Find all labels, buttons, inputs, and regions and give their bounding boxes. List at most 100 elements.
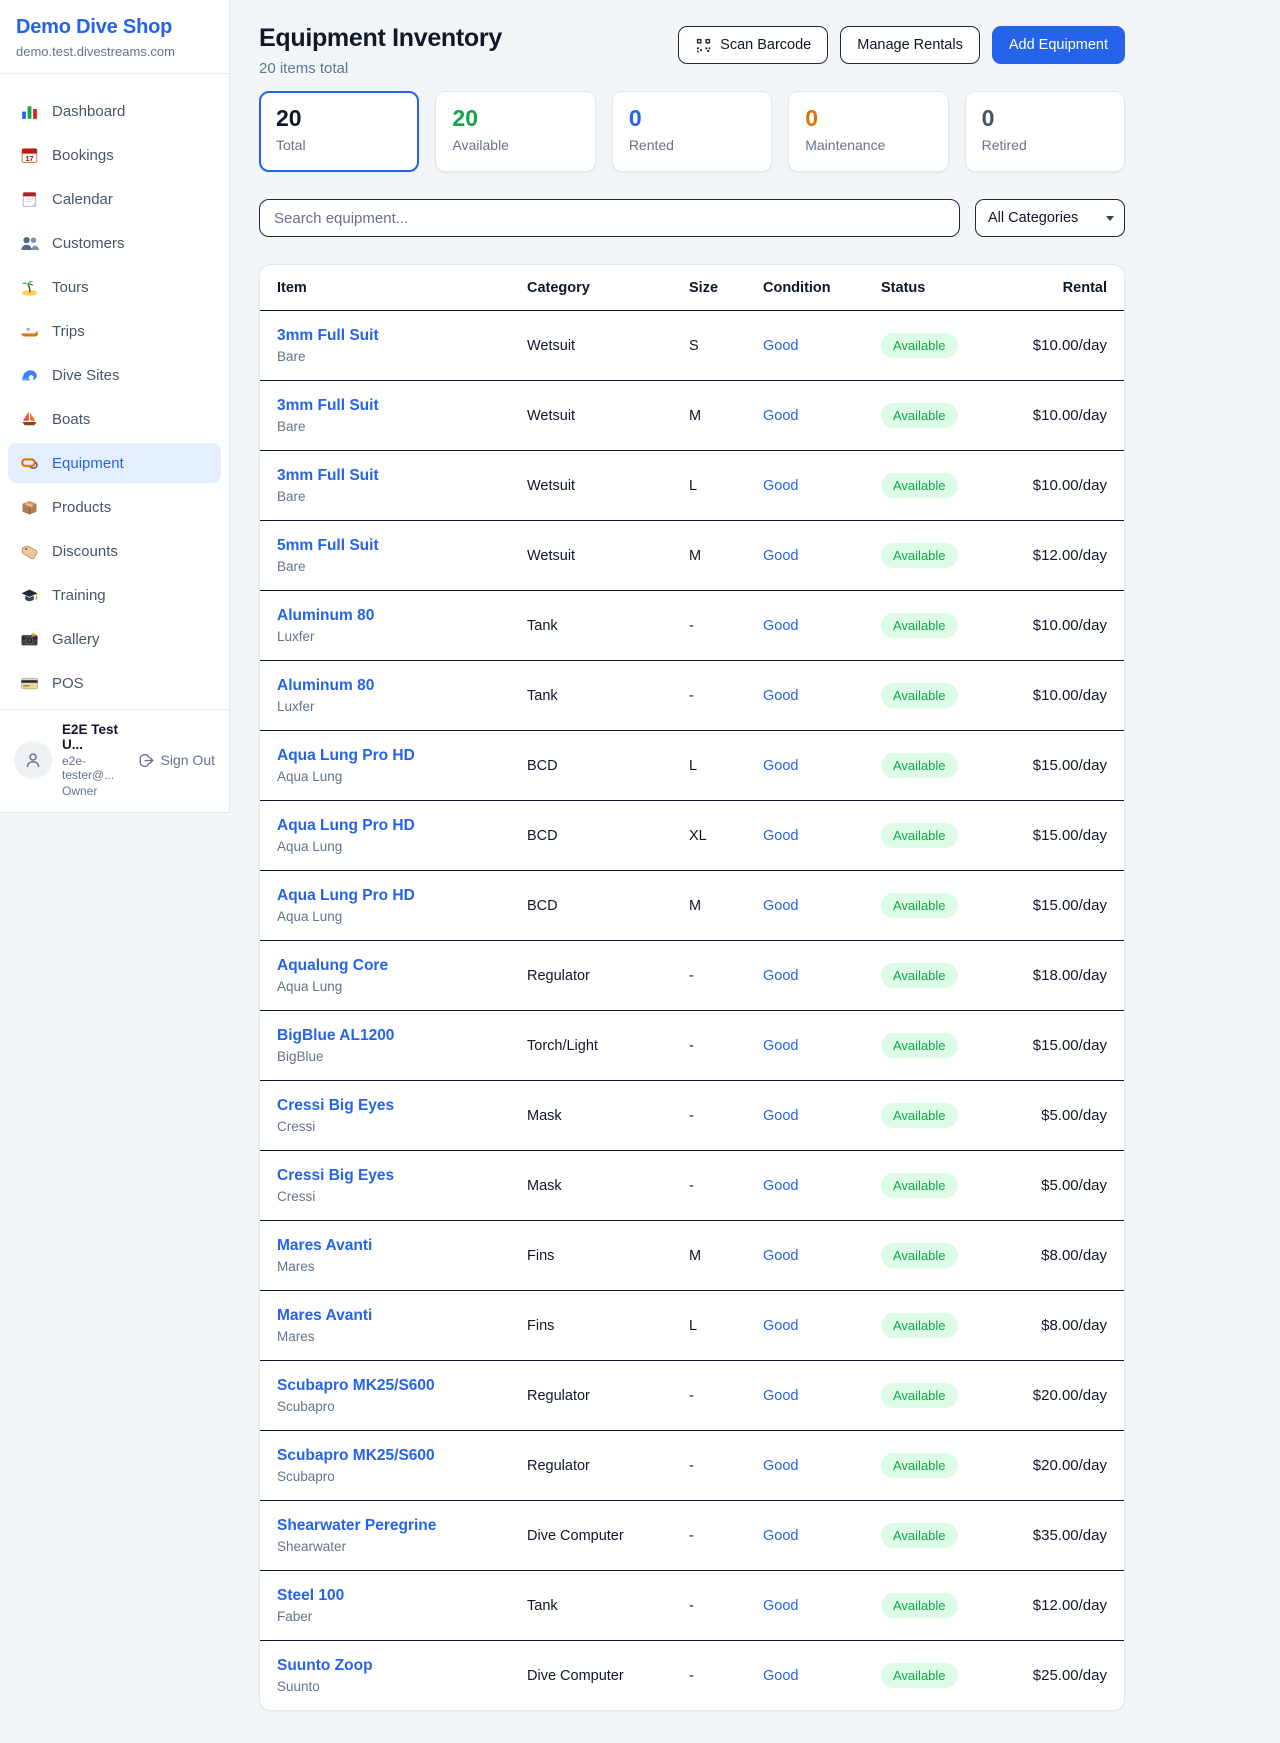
- item-name-link[interactable]: Aqua Lung Pro HD: [277, 817, 527, 835]
- condition-link[interactable]: Good: [763, 408, 881, 424]
- item-name-link[interactable]: Aqualung Core: [277, 957, 527, 975]
- table-row: Aqua Lung Pro HD Aqua Lung BCD XL Good A…: [260, 801, 1124, 871]
- stat-card-total[interactable]: 20 Total: [259, 91, 419, 172]
- table-row: Scubapro MK25/S600 Scubapro Regulator - …: [260, 1361, 1124, 1431]
- condition-link[interactable]: Good: [763, 688, 881, 704]
- condition-link[interactable]: Good: [763, 1388, 881, 1404]
- app: Demo Dive Shop demo.test.divestreams.com…: [0, 0, 1280, 1743]
- column-header-item: Item: [277, 280, 527, 296]
- condition-link[interactable]: Good: [763, 478, 881, 494]
- condition-link[interactable]: Good: [763, 1318, 881, 1334]
- category-select[interactable]: All Categories: [975, 199, 1125, 237]
- category-cell: Tank: [527, 1598, 689, 1614]
- condition-link[interactable]: Good: [763, 1248, 881, 1264]
- condition-link[interactable]: Good: [763, 1108, 881, 1124]
- item-cell: Scubapro MK25/S600 Scubapro: [277, 1447, 527, 1484]
- sidebar-item-pos[interactable]: POS: [8, 663, 221, 703]
- status-badge: Available: [881, 543, 958, 568]
- item-cell: Cressi Big Eyes Cressi: [277, 1167, 527, 1204]
- sidebar-item-label: Products: [52, 499, 111, 516]
- condition-link[interactable]: Good: [763, 898, 881, 914]
- sidebar-item-products[interactable]: Products: [8, 487, 221, 527]
- item-brand: Scubapro: [277, 1399, 527, 1414]
- item-name-link[interactable]: Aqua Lung Pro HD: [277, 887, 527, 905]
- camera-icon: [20, 630, 39, 649]
- sidebar-item-customers[interactable]: Customers: [8, 223, 221, 263]
- category-cell: Wetsuit: [527, 338, 689, 354]
- condition-link[interactable]: Good: [763, 618, 881, 634]
- column-header-status: Status: [881, 280, 1026, 296]
- sailboat-icon: [20, 410, 39, 429]
- category-cell: Fins: [527, 1248, 689, 1264]
- item-name-link[interactable]: 3mm Full Suit: [277, 397, 527, 415]
- item-name-link[interactable]: Cressi Big Eyes: [277, 1097, 527, 1115]
- condition-link[interactable]: Good: [763, 1178, 881, 1194]
- item-name-link[interactable]: 3mm Full Suit: [277, 467, 527, 485]
- item-name-link[interactable]: Mares Avanti: [277, 1237, 527, 1255]
- item-name-link[interactable]: Steel 100: [277, 1587, 527, 1605]
- brand-name[interactable]: Demo Dive Shop: [16, 16, 213, 39]
- search-input[interactable]: [259, 199, 960, 237]
- sidebar-item-gallery[interactable]: Gallery: [8, 619, 221, 659]
- category-cell: Regulator: [527, 1458, 689, 1474]
- condition-link[interactable]: Good: [763, 828, 881, 844]
- condition-link[interactable]: Good: [763, 338, 881, 354]
- sidebar-item-training[interactable]: Training: [8, 575, 221, 615]
- rental-cell: $5.00/day: [1026, 1107, 1107, 1124]
- item-name-link[interactable]: Suunto Zoop: [277, 1657, 527, 1675]
- sidebar-item-label: Gallery: [52, 631, 100, 648]
- stat-card-maintenance[interactable]: 0 Maintenance: [788, 91, 948, 172]
- item-brand: Aqua Lung: [277, 979, 527, 994]
- condition-link[interactable]: Good: [763, 548, 881, 564]
- add-equipment-button[interactable]: Add Equipment: [992, 26, 1125, 64]
- item-name-link[interactable]: Aluminum 80: [277, 677, 527, 695]
- sidebar-item-dive-sites[interactable]: Dive Sites: [8, 355, 221, 395]
- status-badge: Available: [881, 753, 958, 778]
- category-cell: Regulator: [527, 968, 689, 984]
- table-body: 3mm Full Suit Bare Wetsuit S Good Availa…: [260, 311, 1124, 1710]
- sidebar-item-equipment[interactable]: Equipment: [8, 443, 221, 483]
- item-name-link[interactable]: Aluminum 80: [277, 607, 527, 625]
- item-name-link[interactable]: 5mm Full Suit: [277, 537, 527, 555]
- condition-link[interactable]: Good: [763, 1528, 881, 1544]
- item-name-link[interactable]: Cressi Big Eyes: [277, 1167, 527, 1185]
- stat-card-retired[interactable]: 0 Retired: [965, 91, 1125, 172]
- sign-out-button[interactable]: Sign Out: [138, 752, 215, 769]
- item-name-link[interactable]: Scubapro MK25/S600: [277, 1447, 527, 1465]
- condition-link[interactable]: Good: [763, 1598, 881, 1614]
- stat-card-rented[interactable]: 0 Rented: [612, 91, 772, 172]
- sidebar-item-calendar[interactable]: Calendar: [8, 179, 221, 219]
- stats-cards: 20 Total 20 Available 0 Rented 0 Mainten…: [259, 91, 1125, 172]
- sidebar-item-bookings[interactable]: 17 Bookings: [8, 135, 221, 175]
- manage-rentals-button[interactable]: Manage Rentals: [840, 26, 980, 64]
- condition-link[interactable]: Good: [763, 968, 881, 984]
- category-cell: Tank: [527, 688, 689, 704]
- stat-card-available[interactable]: 20 Available: [435, 91, 595, 172]
- condition-link[interactable]: Good: [763, 1668, 881, 1684]
- item-name-link[interactable]: 3mm Full Suit: [277, 327, 527, 345]
- item-name-link[interactable]: Scubapro MK25/S600: [277, 1377, 527, 1395]
- condition-link[interactable]: Good: [763, 1458, 881, 1474]
- item-name-link[interactable]: BigBlue AL1200: [277, 1027, 527, 1045]
- status-badge: Available: [881, 1453, 958, 1478]
- scan-barcode-button[interactable]: Scan Barcode: [678, 26, 828, 64]
- rental-cell: $10.00/day: [1026, 407, 1107, 424]
- size-cell: M: [689, 1248, 763, 1264]
- sidebar-item-dashboard[interactable]: Dashboard: [8, 91, 221, 131]
- table-row: Steel 100 Faber Tank - Good Available $1…: [260, 1571, 1124, 1641]
- sidebar-item-discounts[interactable]: Discounts: [8, 531, 221, 571]
- condition-link[interactable]: Good: [763, 1038, 881, 1054]
- rental-cell: $15.00/day: [1026, 827, 1107, 844]
- item-name-link[interactable]: Shearwater Peregrine: [277, 1517, 527, 1535]
- item-cell: Aqualung Core Aqua Lung: [277, 957, 527, 994]
- sidebar-item-tours[interactable]: Tours: [8, 267, 221, 307]
- item-name-link[interactable]: Aqua Lung Pro HD: [277, 747, 527, 765]
- category-cell: Torch/Light: [527, 1038, 689, 1054]
- rental-cell: $10.00/day: [1026, 687, 1107, 704]
- item-name-link[interactable]: Mares Avanti: [277, 1307, 527, 1325]
- sidebar-item-boats[interactable]: Boats: [8, 399, 221, 439]
- rental-cell: $10.00/day: [1026, 337, 1107, 354]
- sidebar-item-trips[interactable]: Trips: [8, 311, 221, 351]
- status-cell: Available: [881, 403, 1026, 428]
- condition-link[interactable]: Good: [763, 758, 881, 774]
